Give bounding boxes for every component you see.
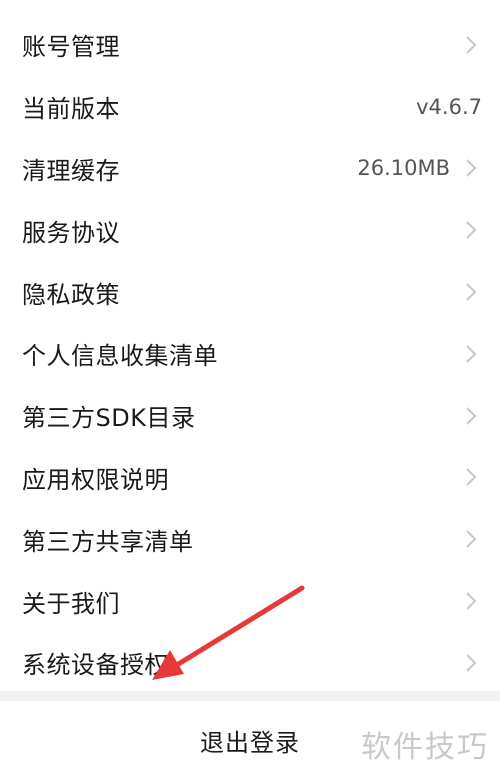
settings-item-label: 应用权限说明: [22, 465, 169, 494]
settings-item-privacy-policy[interactable]: 隐私政策: [0, 261, 500, 323]
chevron-right-icon: [466, 345, 477, 363]
settings-item-label: 服务协议: [22, 218, 120, 247]
chevron-right-icon: [466, 530, 477, 548]
settings-item-label: 第三方SDK目录: [22, 404, 196, 433]
chevron-right-icon: [466, 283, 477, 301]
chevron-right-icon: [466, 406, 477, 425]
settings-item-label: 系统设备授权: [22, 651, 169, 680]
chevron-right-icon: [466, 592, 477, 610]
settings-item-clear-cache[interactable]: 清理缓存 26.10MB: [0, 138, 500, 200]
chevron-right-icon: [466, 159, 477, 178]
chevron-right-icon: [466, 221, 477, 239]
settings-item-third-party-sharing[interactable]: 第三方共享清单: [0, 508, 500, 570]
settings-item-third-party-sdk[interactable]: 第三方SDK目录: [0, 385, 500, 447]
settings-item-about-us[interactable]: 关于我们: [0, 570, 500, 632]
version-value: v4.6.7: [416, 94, 482, 119]
settings-item-label: 清理缓存: [22, 156, 120, 185]
chevron-right-icon: [466, 654, 477, 672]
logout-label: 退出登录: [200, 729, 300, 757]
settings-item-system-device-auth[interactable]: 系统设备授权: [0, 632, 500, 694]
settings-list: 账号管理 当前版本 v4.6.7 清理缓存 26.10MB 服务协议 隐私政策 …: [0, 14, 500, 694]
cache-size-value: 26.10MB: [357, 156, 450, 181]
settings-item-label: 账号管理: [22, 33, 120, 62]
settings-item-label: 关于我们: [22, 589, 120, 618]
settings-item-service-agreement[interactable]: 服务协议: [0, 199, 500, 261]
chevron-right-icon: [466, 468, 477, 487]
settings-item-label: 当前版本: [22, 95, 120, 124]
watermark: 软件技巧: [350, 708, 500, 780]
settings-item-account[interactable]: 账号管理: [0, 14, 500, 76]
settings-item-label: 个人信息收集清单: [22, 342, 218, 371]
settings-item-personal-info-list[interactable]: 个人信息收集清单: [0, 323, 500, 385]
settings-item-label: 第三方共享清单: [22, 527, 194, 556]
settings-item-label: 隐私政策: [22, 280, 120, 309]
settings-item-app-permissions[interactable]: 应用权限说明: [0, 447, 500, 509]
settings-item-version: 当前版本 v4.6.7: [0, 76, 500, 138]
chevron-right-icon: [466, 36, 477, 54]
watermark-text: 软件技巧: [361, 730, 489, 765]
section-divider: [0, 691, 500, 701]
